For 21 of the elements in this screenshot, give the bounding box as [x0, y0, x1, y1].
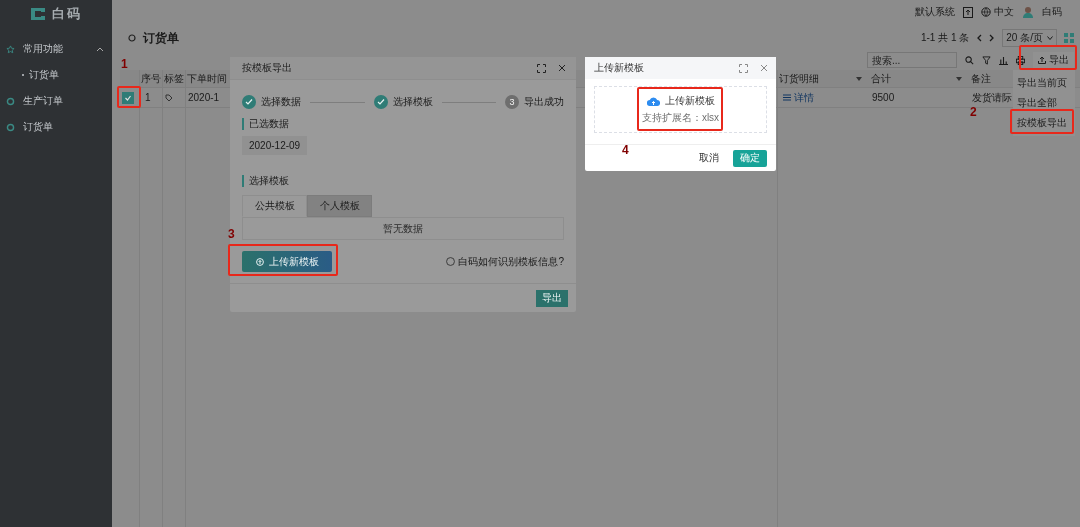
annotation-number: 1	[121, 58, 128, 70]
step-label: 选择数据	[261, 95, 301, 109]
data-tag: 2020-12-09	[242, 136, 308, 155]
empty-text: 暂无数据	[383, 221, 423, 236]
page-title: 订货单	[143, 29, 179, 47]
upload-label: 上传新模板	[664, 94, 715, 108]
dialog-title: 上传新模板	[594, 61, 644, 75]
step-label: 导出成功	[524, 95, 564, 109]
dialog-title: 按模板导出	[242, 61, 292, 75]
pager-range: 1-1 共 1 条	[920, 31, 970, 45]
section-heading: 选择模板	[242, 175, 564, 187]
section-heading: 已选数据	[242, 118, 564, 130]
logo-text: 白码	[52, 5, 82, 23]
table-cell: 1	[140, 88, 163, 108]
upload-hint: 支持扩展名：xlsx	[641, 111, 720, 125]
annotation-number: 2	[970, 106, 977, 118]
annotation-number: 3	[228, 228, 235, 240]
annotation-number: 4	[622, 144, 629, 156]
step-number: 3	[505, 95, 519, 109]
step-label: 选择模板	[392, 95, 433, 109]
table-cell: 9500	[870, 88, 970, 108]
